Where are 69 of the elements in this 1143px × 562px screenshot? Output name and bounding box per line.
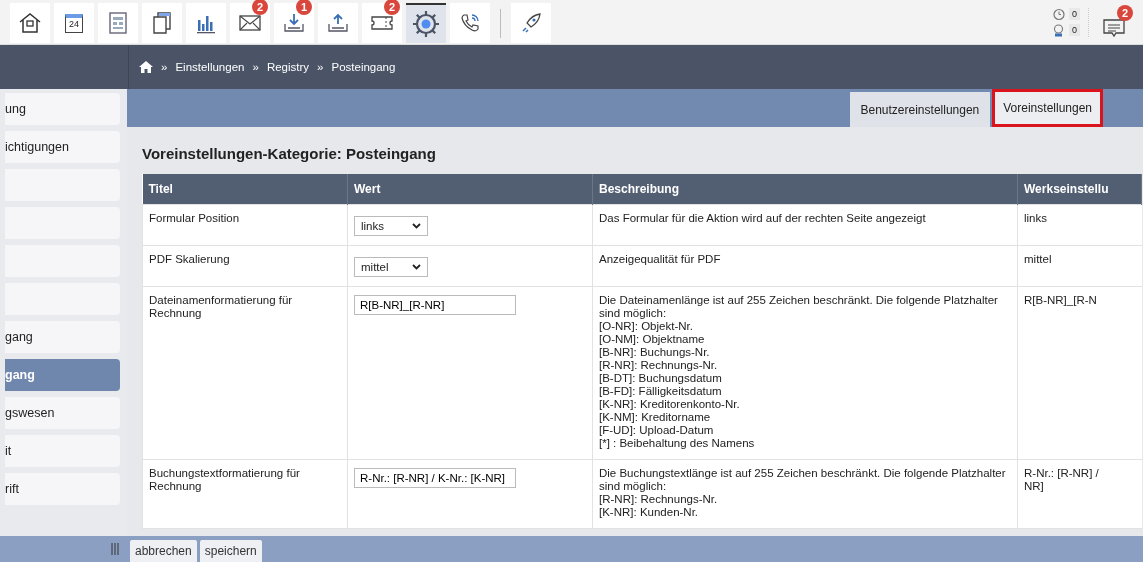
- notification-badge: 1: [296, 0, 312, 15]
- sidebar-item[interactable]: gswesen: [5, 397, 120, 429]
- counter-value: 0: [1069, 24, 1080, 36]
- house-icon: [18, 12, 42, 34]
- table-cell: Die Buchungstextlänge ist auf 255 Zeichen beschränkt. Die folgende Platzhalter sind möglich: [R-NR]: Rechnungs-Nr. [K-NR]: Kunden-Nr.: [592, 459, 1018, 529]
- table-cell: Dateinamenformatierung für Rechnung: [142, 286, 348, 460]
- notification-badge: 2: [252, 0, 268, 15]
- table-cell: links: [1017, 204, 1142, 246]
- toolbar-button[interactable]: 1: [274, 3, 314, 43]
- table-cell: Formular Position: [142, 204, 348, 246]
- table-cell: Anzeigequalität für PDF: [592, 245, 1018, 287]
- toolbar-button[interactable]: [511, 3, 551, 43]
- toolbar-button[interactable]: 2: [230, 3, 270, 43]
- table-cell: Buchungstextformatierung für Rechnung: [142, 459, 348, 529]
- chevron-down-icon: [412, 264, 421, 270]
- tab[interactable]: Voreinstellungen: [992, 89, 1103, 127]
- download-tray-icon: [283, 12, 305, 34]
- sidebar-item[interactable]: gang: [5, 359, 120, 391]
- breadcrumb-link[interactable]: Posteingang: [331, 61, 396, 73]
- toolbar-button[interactable]: [450, 3, 490, 43]
- settings-icon: [411, 9, 441, 39]
- phone-icon: [459, 12, 481, 34]
- message-icon: [1102, 17, 1126, 39]
- input-field[interactable]: R[B-NR]_[R-NR]: [354, 295, 516, 315]
- person-clock-icon: [1052, 23, 1065, 37]
- ticket-icon: [370, 14, 394, 32]
- toolbar-button[interactable]: [10, 3, 50, 43]
- table-cell: PDF Skalierung: [142, 245, 348, 287]
- chevron-down-icon: [412, 223, 421, 229]
- sidebar-item[interactable]: ichtigungen: [5, 131, 120, 163]
- rocket-icon: [520, 12, 542, 34]
- breadcrumb-link[interactable]: Registry: [266, 61, 310, 73]
- tab[interactable]: Benutzereinstellungen: [849, 92, 991, 127]
- footer-button[interactable]: abbrechen: [130, 540, 197, 562]
- envelope-icon: [239, 14, 261, 32]
- notification-badge: 2: [384, 0, 400, 15]
- column-header: Werkseinstellu: [1017, 174, 1142, 205]
- toolbar-button[interactable]: [142, 3, 182, 43]
- column-header: Wert: [347, 174, 593, 205]
- toolbar-button[interactable]: [406, 3, 446, 43]
- section-heading: Voreinstellungen-Kategorie: Posteingang: [142, 145, 437, 162]
- table-cell: Die Dateinamenlänge ist auf 255 Zeichen beschränkt. Die folgende Platzhalter sind möglich: [O-NR]: Objekt-Nr. [O-NM]: Objektname [B-NR]: Buchungs-Nr. [R-NR]: Rechnungs-Nr. [B-DT]: Buchungsdatum [B-FD]: Fälligkeitsdatum [K-NR]: Kreditorenkonto-Nr. [K-NM]: Kreditorname [F-UD]: Upload-Datum [*] : Beibehaltung des Namens: [592, 286, 1018, 460]
- dropdown[interactable]: mittel: [354, 257, 428, 277]
- toolbar-button[interactable]: 24: [54, 3, 94, 43]
- counter-value: 0: [1069, 8, 1080, 20]
- breadcrumb-separator: »: [317, 61, 324, 73]
- column-header: Titel: [142, 174, 348, 205]
- sidebar-item[interactable]: it: [5, 435, 120, 467]
- table-cell: Das Formular für die Aktion wird auf der rechten Seite angezeigt: [592, 204, 1018, 246]
- column-header: Beschreibung: [592, 174, 1018, 205]
- pages-icon: [152, 12, 172, 34]
- toolbar-button[interactable]: 2: [362, 3, 402, 43]
- sidebar-item[interactable]: rift: [5, 473, 120, 505]
- notification-badge: 2: [1117, 5, 1133, 21]
- sidebar-item[interactable]: gang: [5, 321, 120, 353]
- input-field[interactable]: R-Nr.: [R-NR] / K-Nr.: [K-NR]: [354, 468, 516, 488]
- footer-button[interactable]: speichern: [199, 540, 262, 562]
- sidebar-item[interactable]: ung: [5, 93, 120, 125]
- toolbar-button[interactable]: [186, 3, 226, 43]
- breadcrumb-separator: »: [252, 61, 259, 73]
- drag-handle-icon[interactable]: [111, 543, 119, 555]
- upload-tray-icon: [327, 12, 349, 34]
- breadcrumb-link[interactable]: Einstellungen: [175, 61, 245, 73]
- breadcrumb-separator: »: [161, 61, 168, 73]
- form-icon: [108, 12, 128, 34]
- calendar-icon: 24: [65, 13, 83, 33]
- dropdown[interactable]: links: [354, 216, 428, 236]
- clock-icon: [1052, 7, 1065, 21]
- home-icon[interactable]: [139, 61, 153, 73]
